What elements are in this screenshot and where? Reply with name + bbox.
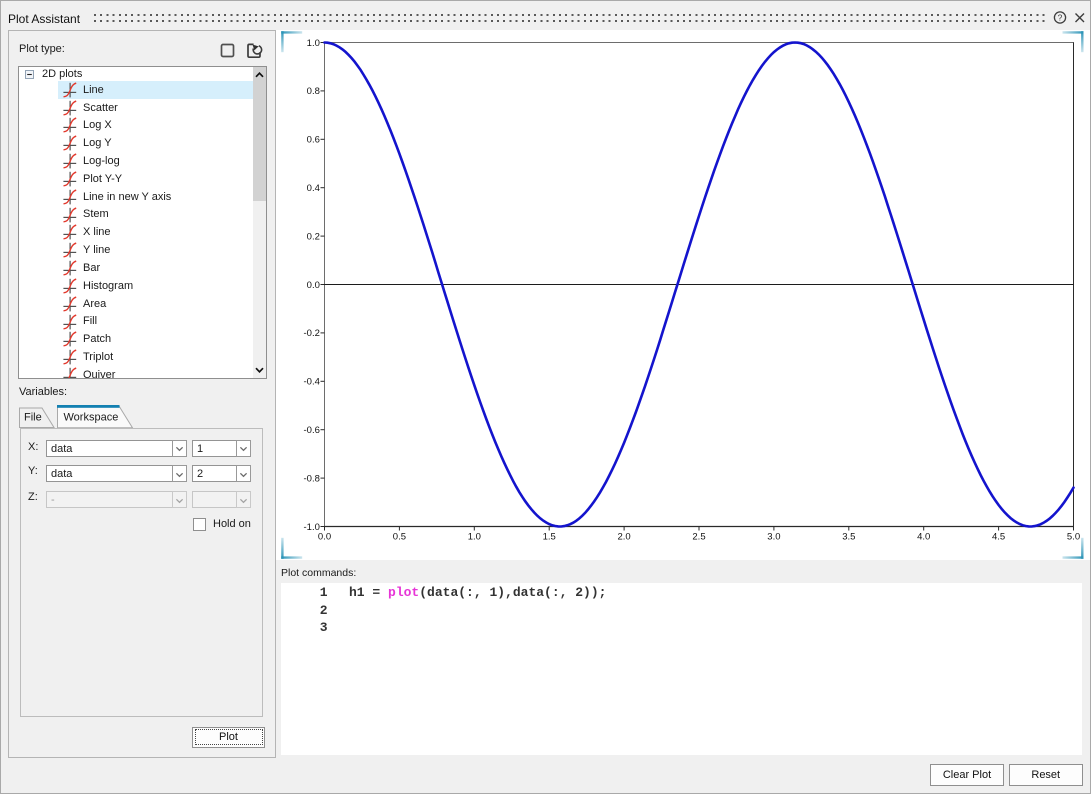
svg-text:0.6: 0.6 — [307, 135, 320, 146]
svg-text:2.0: 2.0 — [617, 532, 630, 543]
svg-text:2.5: 2.5 — [692, 532, 705, 543]
svg-text:1.5: 1.5 — [543, 532, 556, 543]
svg-text:1.0: 1.0 — [307, 38, 320, 49]
svg-text:?: ? — [1058, 13, 1063, 23]
svg-text:3.5: 3.5 — [842, 532, 855, 543]
svg-text:0.2: 0.2 — [307, 231, 320, 242]
svg-text:3.0: 3.0 — [767, 532, 780, 543]
svg-text:5.0: 5.0 — [1067, 532, 1080, 543]
svg-text:-0.8: -0.8 — [304, 473, 320, 484]
svg-text:-0.2: -0.2 — [304, 328, 320, 339]
svg-text:0.8: 0.8 — [307, 86, 320, 97]
svg-text:-0.4: -0.4 — [304, 377, 320, 388]
svg-text:0.0: 0.0 — [318, 532, 331, 543]
svg-text:1.0: 1.0 — [468, 532, 481, 543]
svg-text:0.4: 0.4 — [307, 183, 320, 194]
svg-text:0.0: 0.0 — [307, 280, 320, 291]
svg-text:0.5: 0.5 — [393, 532, 406, 543]
svg-text:4.5: 4.5 — [992, 532, 1005, 543]
svg-text:-0.6: -0.6 — [304, 425, 320, 436]
svg-text:4.0: 4.0 — [917, 532, 930, 543]
